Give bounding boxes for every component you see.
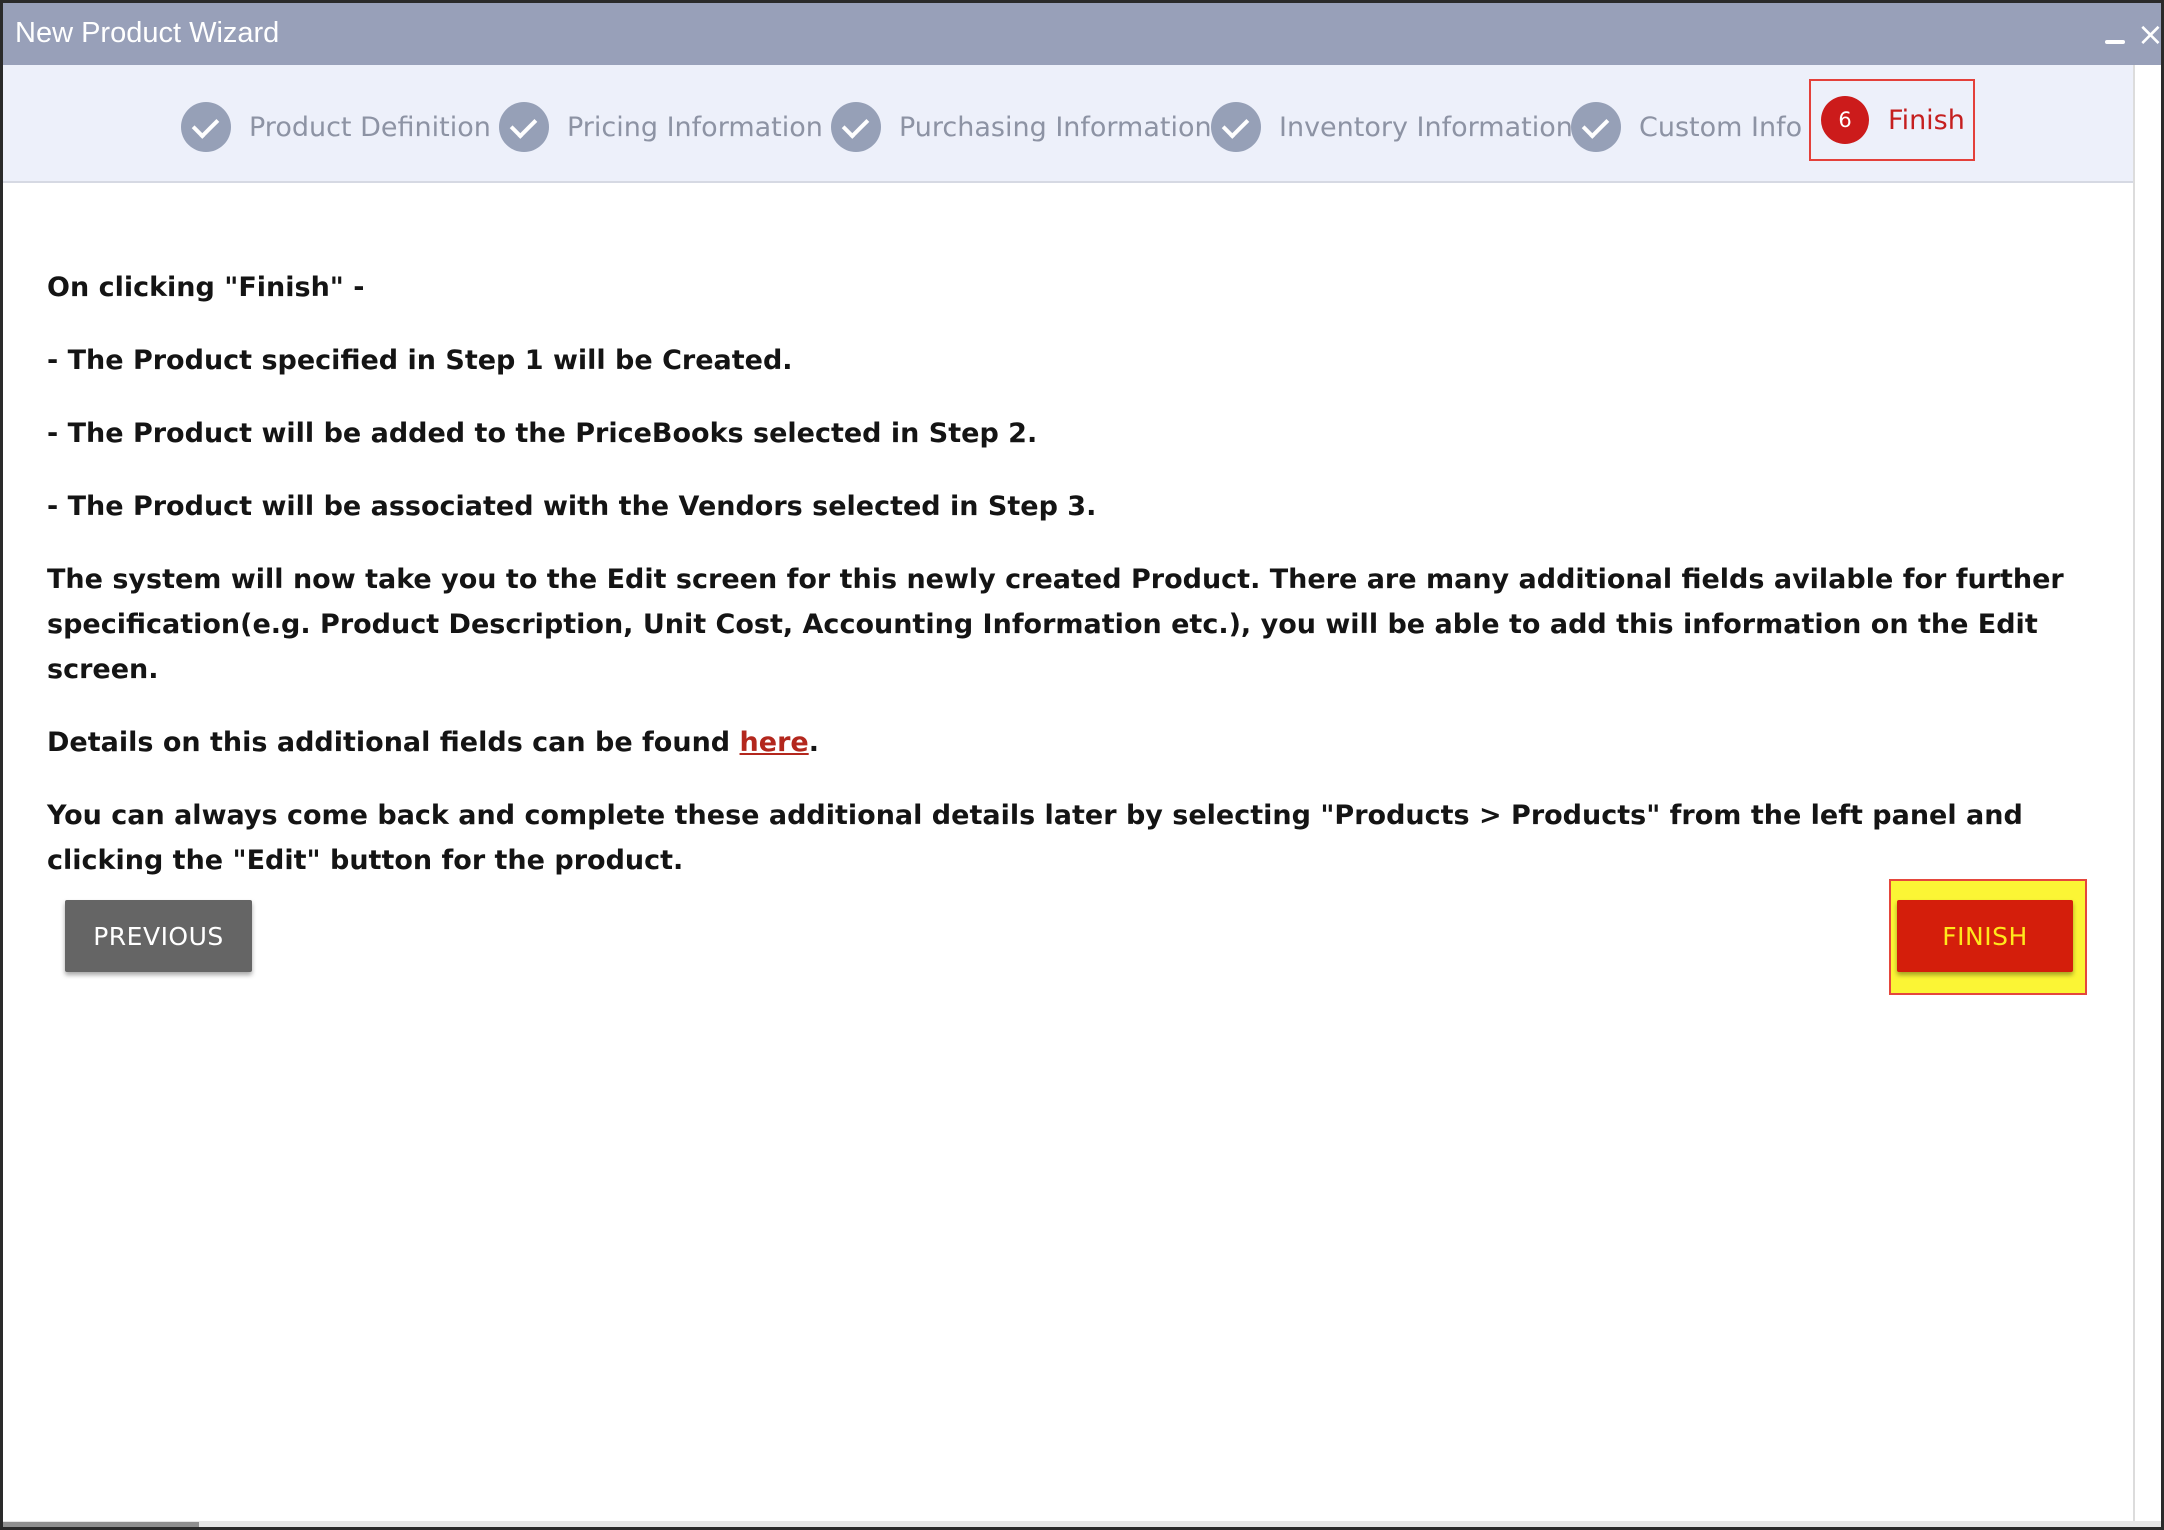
horizontal-scrollbar[interactable] bbox=[3, 1521, 2161, 1527]
content-border bbox=[2133, 65, 2135, 1527]
step-finish[interactable]: 6 Finish bbox=[1809, 79, 1975, 161]
step-purchasing-information[interactable]: Purchasing Information bbox=[831, 101, 1212, 153]
check-icon bbox=[499, 102, 549, 152]
details-here-link[interactable]: here bbox=[740, 727, 809, 758]
step-product-definition[interactable]: Product Definition bbox=[181, 101, 491, 153]
step3-note: - The Product will be associated with th… bbox=[47, 491, 1097, 522]
step-label: Purchasing Information bbox=[899, 111, 1212, 143]
finish-instructions: On clicking "Finish" - - The Product spe… bbox=[47, 265, 2087, 911]
step-pricing-information[interactable]: Pricing Information bbox=[499, 101, 823, 153]
details-suffix: . bbox=[808, 727, 819, 758]
step-inventory-information[interactable]: Inventory Information bbox=[1211, 101, 1573, 153]
scrollbar-thumb[interactable] bbox=[3, 1522, 199, 1527]
step-custom-info[interactable]: Custom Info bbox=[1571, 101, 1802, 153]
step-number-badge: 6 bbox=[1821, 96, 1869, 144]
step1-note: - The Product specified in Step 1 will b… bbox=[47, 345, 793, 376]
finish-button[interactable]: FINISH bbox=[1897, 900, 2073, 972]
closing-note: You can always come back and complete th… bbox=[47, 800, 2023, 876]
check-icon bbox=[181, 102, 231, 152]
details-note: Details on this additional fields can be… bbox=[47, 720, 2087, 765]
title-bar: New Product Wizard × bbox=[3, 3, 2161, 65]
check-icon bbox=[1571, 102, 1621, 152]
details-prefix: Details on this additional fields can be… bbox=[47, 727, 740, 758]
step-label: Pricing Information bbox=[567, 111, 823, 143]
previous-button[interactable]: PREVIOUS bbox=[65, 900, 252, 972]
window-title: New Product Wizard bbox=[15, 17, 280, 49]
minimize-icon[interactable] bbox=[2105, 17, 2127, 51]
close-icon[interactable]: × bbox=[2137, 17, 2161, 51]
step-label: Custom Info bbox=[1639, 111, 1803, 143]
step-label: Inventory Information bbox=[1279, 111, 1573, 143]
step-label: Product Definition bbox=[249, 111, 491, 143]
edit-screen-note: The system will now take you to the Edit… bbox=[47, 564, 2064, 685]
intro-text: On clicking "Finish" - bbox=[47, 272, 365, 303]
step2-note: - The Product will be added to the Price… bbox=[47, 418, 1038, 449]
check-icon bbox=[831, 102, 881, 152]
step-label: Finish bbox=[1888, 104, 1965, 136]
wizard-window: New Product Wizard × Product Definition … bbox=[0, 0, 2164, 1530]
check-icon bbox=[1211, 102, 1261, 152]
window-controls: × bbox=[2105, 17, 2161, 51]
